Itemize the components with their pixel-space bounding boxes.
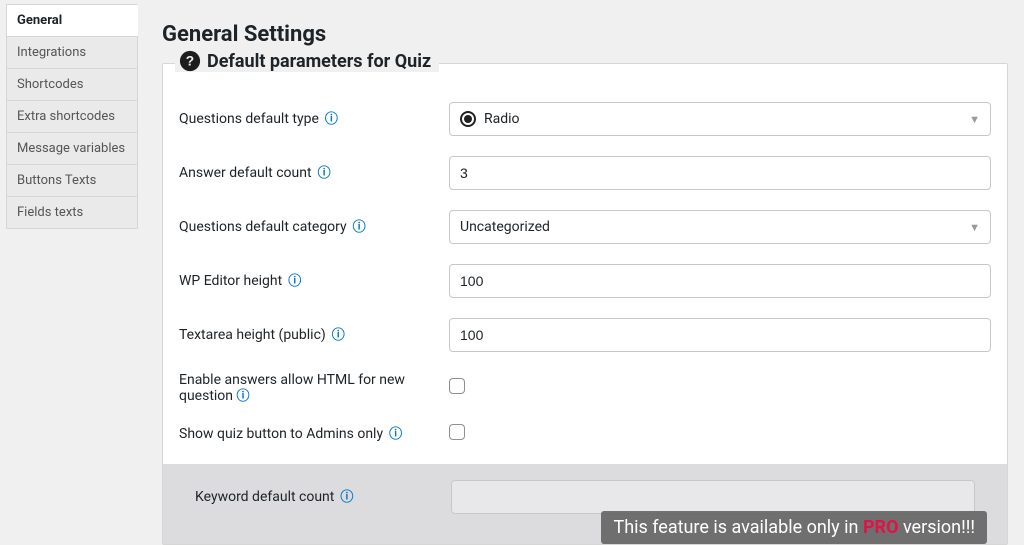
sidebar-item-shortcodes[interactable]: Shortcodes	[6, 68, 138, 101]
pro-block: Keyword default count ⓘ This feature is …	[163, 464, 1007, 544]
sidebar-item-label: Shortcodes	[17, 77, 83, 92]
sidebar-item-integrations[interactable]: Integrations	[6, 36, 138, 69]
checkbox-admins-only[interactable]	[449, 424, 465, 440]
label-admins-only: Show quiz button to Admins only	[179, 426, 383, 442]
info-icon[interactable]: ⓘ	[353, 221, 366, 234]
sidebar-item-extra-shortcodes[interactable]: Extra shortcodes	[6, 100, 138, 133]
sidebar-item-label: Extra shortcodes	[17, 109, 115, 124]
row-question-type: Questions default type ⓘ Radio ▼	[179, 92, 991, 146]
row-editor-height: WP Editor height ⓘ	[179, 254, 991, 308]
pro-banner-suffix: version!!!	[898, 517, 975, 538]
label-allow-html: Enable answers allow HTML for new questi…	[179, 372, 433, 404]
sidebar-item-label: Message variables	[17, 141, 125, 156]
row-question-category: Questions default category ⓘ Uncategoriz…	[179, 200, 991, 254]
panel-title: Default parameters for Quiz	[207, 51, 431, 72]
label-textarea-height: Textarea height (public)	[179, 327, 326, 343]
label-question-type: Questions default type	[179, 111, 319, 127]
info-icon[interactable]: ⓘ	[340, 491, 353, 504]
info-icon[interactable]: ⓘ	[318, 167, 331, 180]
row-keyword-count: Keyword default count ⓘ	[195, 480, 975, 514]
row-answer-count: Answer default count ⓘ	[179, 146, 991, 200]
sidebar-item-label: Buttons Texts	[17, 173, 96, 188]
info-icon[interactable]: ⓘ	[332, 329, 345, 342]
sidebar-item-label: General	[17, 13, 62, 28]
select-question-type[interactable]: Radio ▼	[449, 102, 991, 136]
sidebar-item-message-variables[interactable]: Message variables	[6, 132, 138, 165]
info-icon[interactable]: ⓘ	[288, 275, 301, 288]
sidebar-item-buttons-texts[interactable]: Buttons Texts	[6, 164, 138, 197]
panel-header: ? Default parameters for Quiz	[175, 50, 439, 72]
content: General Settings ? Default parameters fo…	[138, 4, 1024, 545]
chevron-down-icon: ▼	[969, 113, 980, 126]
pro-banner: This feature is available only in PRO ve…	[601, 511, 987, 544]
panel-default-parameters: ? Default parameters for Quiz Questions …	[162, 63, 1008, 545]
select-value: Uncategorized	[460, 219, 550, 235]
question-circle-icon: ?	[179, 50, 201, 72]
row-allow-html: Enable answers allow HTML for new questi…	[179, 362, 991, 414]
pro-banner-pro[interactable]: PRO	[863, 517, 899, 538]
info-icon[interactable]: ⓘ	[389, 428, 402, 441]
label-keyword-count: Keyword default count	[195, 489, 334, 505]
select-question-category[interactable]: Uncategorized ▼	[449, 210, 991, 244]
svg-text:?: ?	[186, 54, 194, 69]
sidebar-item-general[interactable]: General	[6, 4, 138, 37]
input-keyword-count	[451, 480, 975, 514]
chevron-down-icon: ▼	[969, 221, 980, 234]
checkbox-allow-html[interactable]	[449, 378, 465, 394]
sidebar-item-label: Fields texts	[17, 205, 83, 220]
row-admins-only: Show quiz button to Admins only ⓘ	[179, 414, 991, 454]
pro-banner-prefix: This feature is available only in	[613, 517, 862, 538]
input-textarea-height[interactable]	[449, 318, 991, 352]
sidebar: General Integrations Shortcodes Extra sh…	[6, 4, 138, 545]
input-editor-height[interactable]	[449, 264, 991, 298]
sidebar-item-label: Integrations	[17, 45, 86, 60]
label-answer-count: Answer default count	[179, 165, 312, 181]
row-textarea-height: Textarea height (public) ⓘ	[179, 308, 991, 362]
select-value: Radio	[484, 111, 520, 127]
input-answer-count[interactable]	[449, 156, 991, 190]
info-icon[interactable]: ⓘ	[325, 113, 338, 126]
label-editor-height: WP Editor height	[179, 273, 282, 289]
label-question-category: Questions default category	[179, 219, 347, 235]
radio-icon	[460, 111, 476, 127]
info-icon[interactable]: ⓘ	[237, 390, 250, 403]
sidebar-item-fields-texts[interactable]: Fields texts	[6, 196, 138, 229]
